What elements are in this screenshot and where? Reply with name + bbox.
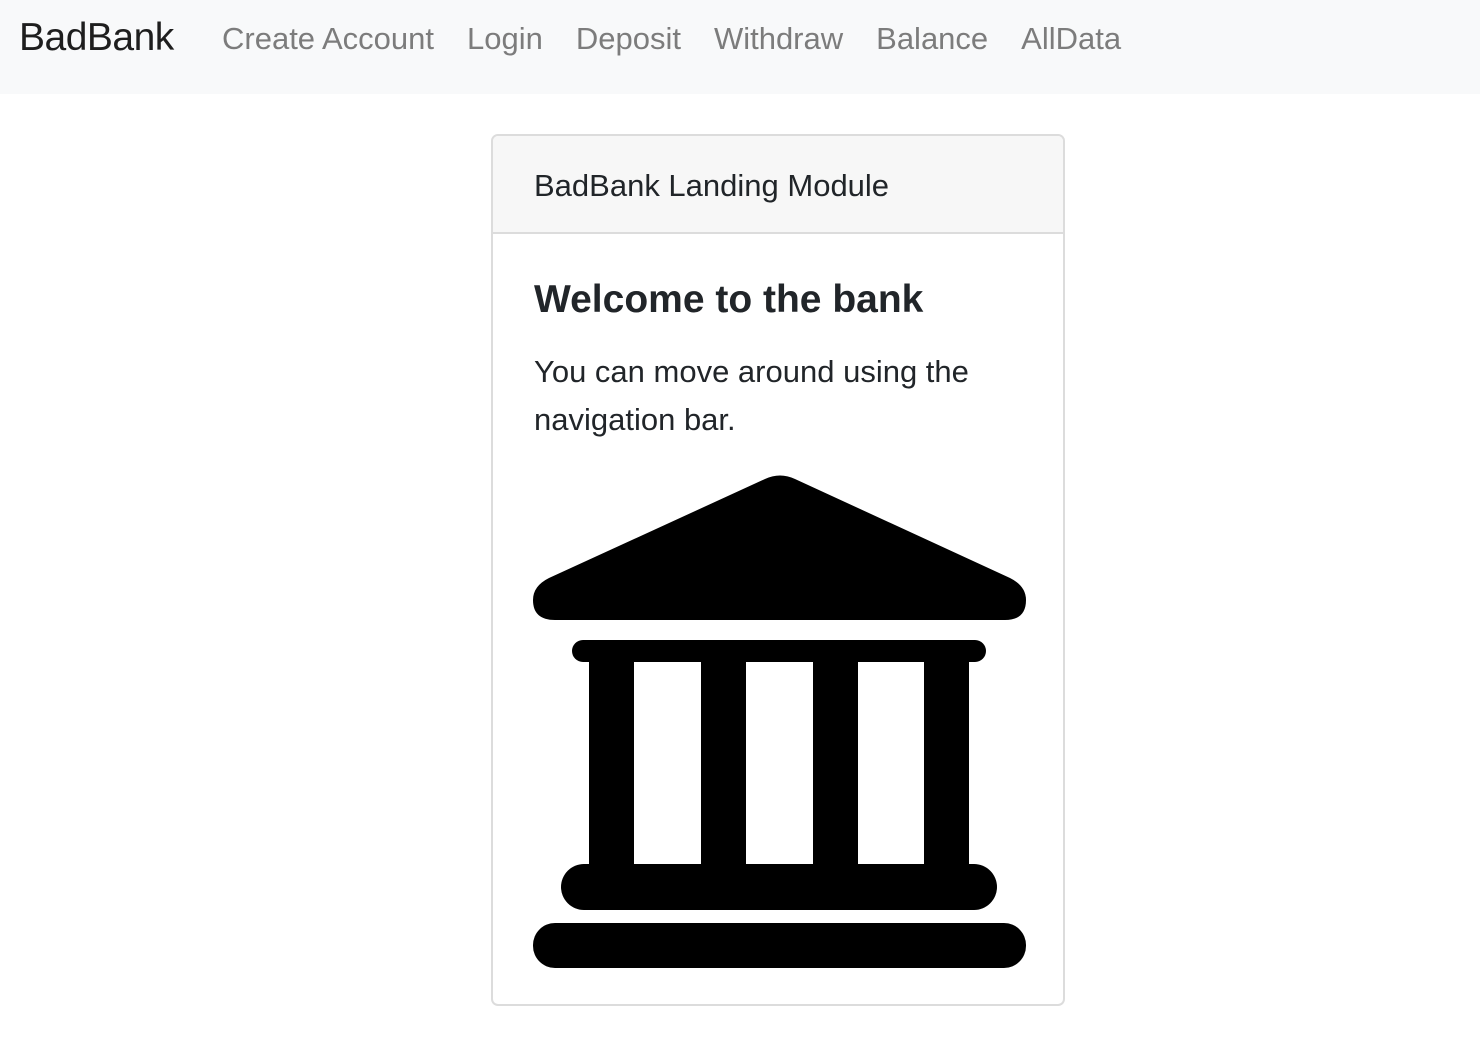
landing-card: BadBank Landing Module Welcome to the ba…: [491, 134, 1065, 1006]
nav-link-alldata[interactable]: AllData: [1021, 20, 1121, 58]
nav-link-login[interactable]: Login: [467, 20, 543, 58]
bank-lintel: [572, 640, 986, 662]
nav-link-withdraw[interactable]: Withdraw: [714, 20, 843, 58]
bank-column: [924, 652, 969, 872]
nav-link-create-account[interactable]: Create Account: [222, 20, 434, 58]
bank-column: [701, 652, 746, 872]
card-text: You can move around using the navigation…: [534, 354, 969, 437]
bank-base-step: [561, 864, 997, 910]
bank-column: [813, 652, 858, 872]
bank-roof: [533, 475, 1026, 620]
card-title: Welcome to the bank: [534, 278, 924, 321]
nav-links: Create Account Login Deposit Withdraw Ba…: [222, 20, 1154, 58]
bank-foundation: [533, 923, 1026, 968]
card-header: BadBank Landing Module: [493, 136, 1063, 234]
brand-link[interactable]: BadBank: [19, 16, 174, 60]
bank-column: [589, 652, 634, 872]
nav-link-deposit[interactable]: Deposit: [576, 20, 681, 58]
nav-link-balance[interactable]: Balance: [876, 20, 988, 58]
bank-icon: [533, 475, 1026, 968]
card-header-title: BadBank Landing Module: [534, 168, 890, 203]
navbar: BadBank Create Account Login Deposit Wit…: [0, 0, 1480, 94]
